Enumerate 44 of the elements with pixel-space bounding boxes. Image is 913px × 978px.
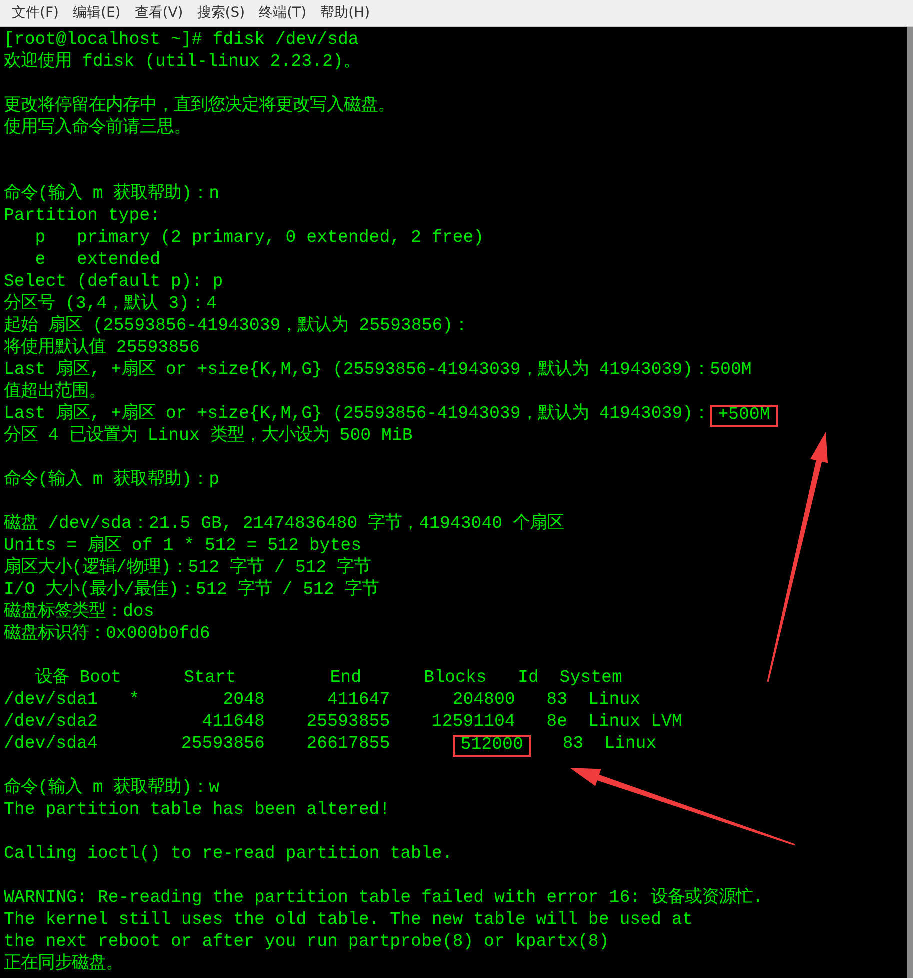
terminal-text: 83 Linux <box>562 735 657 754</box>
terminal-line: WARNING: Re-reading the partition table failed with error 16: 设备或资源忙. <box>4 888 764 910</box>
terminal-line: Calling ioctl() to re-read partition table. <box>4 844 454 866</box>
terminal-line: 使用写入命令前请三思。 <box>4 118 192 140</box>
menu-item[interactable]: 帮助(H) <box>316 0 374 26</box>
terminal-line: Partition type: <box>4 206 162 228</box>
terminal-line: 欢迎使用 fdisk (util-linux 2.23.2)。 <box>4 52 362 74</box>
terminal-line: p primary (2 primary, 0 extended, 2 free) <box>34 228 486 250</box>
terminal-line: The kernel still uses the old table. The new table will be used at <box>4 910 694 932</box>
highlighted-text: +500M <box>710 405 778 427</box>
terminal-line: 命令(输入 m 获取帮助)：w <box>4 778 221 800</box>
terminal-line: 命令(输入 m 获取帮助)：p <box>4 470 221 492</box>
scrollbar[interactable] <box>907 27 913 978</box>
terminal-line: 将使用默认值 25593856 <box>4 338 201 359</box>
menu-item[interactable]: 编辑(E) <box>68 0 125 26</box>
terminal-text: Last 扇区, +扇区 or +size{K,M,G} (25593856-41943039，默认为 41943039)： <box>4 405 710 424</box>
terminal-text: /dev/sda4 25593856 26617855 <box>4 735 392 754</box>
menu-item[interactable]: 终端(T) <box>255 0 311 26</box>
menu-item[interactable]: 文件(F) <box>8 0 63 26</box>
terminal-line: 磁盘标识符：0x000b0fd6 <box>4 624 212 646</box>
menu-item[interactable]: 查看(V) <box>130 0 188 26</box>
terminal-line: 命令(输入 m 获取帮助)：n <box>4 184 221 206</box>
terminal-line: 正在同步磁盘。 <box>4 954 124 976</box>
terminal-line: 起始 扇区 (25593856-41943039，默认为 25593856)： <box>4 316 472 338</box>
terminal-line: 值超出范围。 <box>4 382 107 403</box>
terminal-line: I/O 大小(最小/最佳)：512 字节 / 512 字节 <box>4 580 380 602</box>
terminal-line: 更改将停留在内存中，直到您决定将更改写入磁盘。 <box>4 96 396 118</box>
terminal-line: 磁盘 /dev/sda：21.5 GB, 21474836480 字节，41943040 个扇区 <box>4 514 566 535</box>
terminal-line: Last 扇区, +扇区 or +size{K,M,G} (25593856-41943039，默认为 41943039)：500M <box>4 360 753 382</box>
terminal-line: 磁盘标签类型：dos <box>4 602 156 624</box>
menu-item[interactable]: 搜索(S) <box>193 0 250 26</box>
terminal-line: 分区 4 已设置为 Linux 类型，大小设为 500 MiB <box>4 426 414 448</box>
terminal-line: /dev/sda1 * 2048 411647 204800 83 Linux <box>4 690 642 712</box>
highlighted-text: 512000 <box>452 735 532 757</box>
terminal-line: Select (default p): p <box>4 272 224 294</box>
terminal-line: /dev/sda2 411648 25593855 12591104 8e Linux LVM <box>4 712 684 734</box>
terminal-line: the next reboot or after you run partprobe(8) or kpartx(8) <box>4 932 610 954</box>
terminal-line: [root@localhost ~]# fdisk /dev/sda <box>4 30 360 51</box>
terminal-line: 分区号 (3,4，默认 3)：4 <box>4 294 218 315</box>
terminal-line: The partition table has been altered! <box>4 800 392 822</box>
terminal-line: 设备 Boot Start End Blocks Id System <box>34 668 624 690</box>
terminal-line: Units = 扇区 of 1 * 512 = 512 bytes <box>4 536 363 557</box>
terminal-line: 扇区大小(逻辑/物理)：512 字节 / 512 字节 <box>4 558 372 579</box>
terminal-line: e extended <box>34 250 162 272</box>
